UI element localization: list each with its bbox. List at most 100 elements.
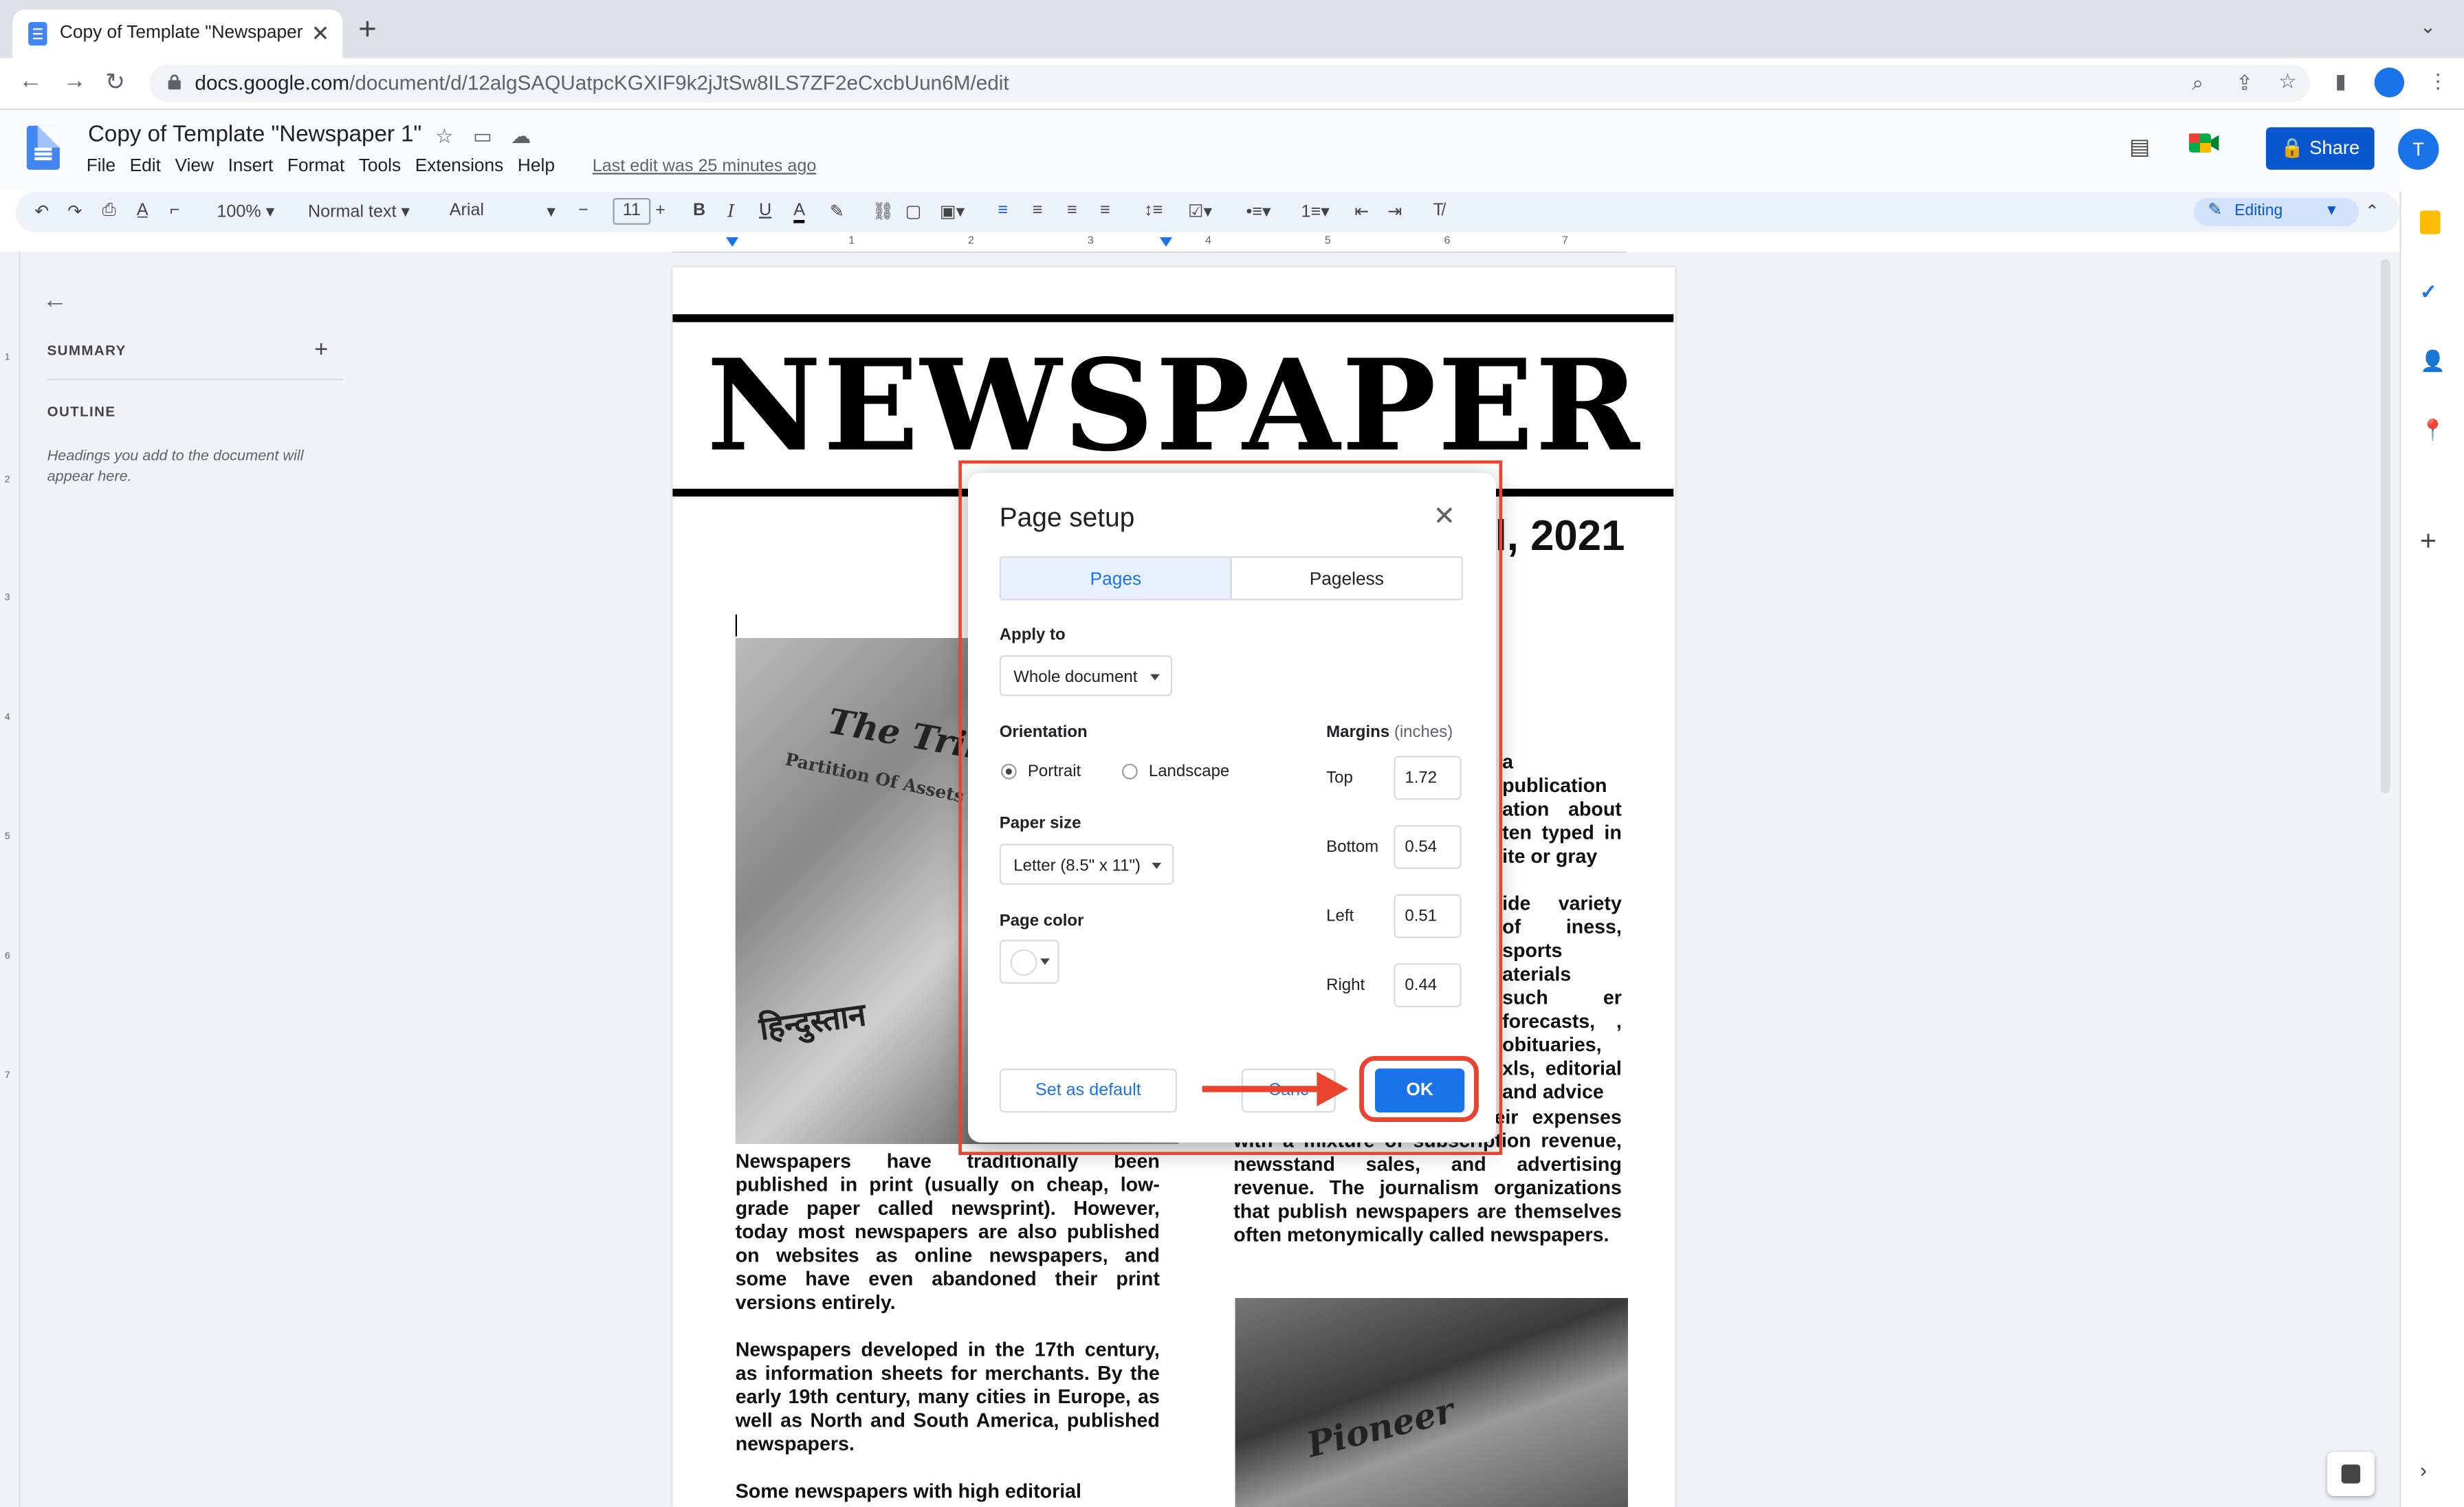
add-summary-icon[interactable]: + [314, 336, 328, 363]
forward-arrow-icon[interactable]: → [63, 67, 86, 94]
vertical-scrollbar[interactable] [2380, 259, 2390, 794]
comment-history-icon[interactable]: ▤ [2129, 133, 2150, 160]
annotation-ok-highlight [1359, 1055, 1479, 1122]
menu-tools[interactable]: Tools [359, 157, 401, 176]
share-button[interactable]: 🔒 Share [2265, 127, 2375, 170]
vruler-mark: 2 [4, 476, 10, 486]
browser-tab[interactable]: Copy of Template "Newspaper ✕ [12, 9, 343, 58]
justify-icon[interactable]: ≡ [1100, 201, 1110, 220]
cloud-status-icon[interactable]: ☁ [511, 124, 531, 150]
redo-icon[interactable]: ↷ [67, 201, 82, 221]
print-icon[interactable]: ⎙ [102, 201, 116, 222]
increase-font-icon[interactable]: + [655, 201, 666, 220]
address-bar[interactable]: docs.google.com/document/d/12algSAQUatpc… [149, 64, 2310, 102]
increase-indent-icon[interactable]: ⇥ [1387, 201, 1402, 221]
document-title[interactable]: Copy of Template "Newspaper 1" [88, 122, 421, 148]
ruler-mark: 1 [848, 235, 855, 247]
link-icon[interactable]: ⛓ [872, 201, 894, 221]
explore-button[interactable] [2327, 1451, 2375, 1496]
font-size-input[interactable]: 11 [613, 197, 651, 225]
contacts-icon[interactable]: 👤 [2420, 349, 2445, 374]
side-apps-panel [2399, 191, 2464, 1507]
decrease-indent-icon[interactable]: ⇤ [1354, 201, 1369, 221]
format-toolbar: ↶ ↷ ⎙ A̲ ⌐ 100% ▾ Normal text ▾ Arial ▾ … [15, 191, 2400, 233]
body-paragraph: ide variety of iness, sports aterials su… [1502, 892, 1622, 1103]
new-tab-icon[interactable]: + [358, 14, 377, 46]
bold-icon[interactable]: B [693, 201, 705, 220]
line-spacing-icon[interactable]: ↕≡ [1144, 201, 1163, 220]
star-icon[interactable]: ☆ [435, 124, 454, 150]
reload-icon[interactable]: ↻ [105, 67, 125, 96]
close-outline-arrow-icon[interactable]: ← [43, 287, 68, 316]
ruler-mark: 4 [1205, 235, 1212, 247]
side-panel-icon[interactable]: ▮ [2335, 69, 2346, 95]
annotation-dialog-highlight [958, 460, 1503, 1155]
undo-icon[interactable]: ↶ [34, 201, 49, 221]
bookmark-star-icon[interactable]: ☆ [2278, 69, 2297, 95]
align-center-icon[interactable]: ≡ [1033, 201, 1043, 220]
style-select[interactable]: Normal text ▾ [308, 201, 410, 221]
highlight-icon[interactable]: ✎ [830, 201, 844, 221]
summary-label: SUMMARY [47, 342, 126, 359]
tasks-icon[interactable]: ✓ [2420, 280, 2437, 305]
spellcheck-icon[interactable]: A̲ [137, 201, 148, 220]
align-right-icon[interactable]: ≡ [1067, 201, 1077, 220]
clear-formatting-icon[interactable]: T̸ [1433, 201, 1444, 220]
right-indent-marker-icon[interactable] [1159, 237, 1173, 247]
meet-icon[interactable] [2188, 131, 2227, 164]
browser-menu-icon[interactable]: ⋮ [2428, 69, 2448, 95]
tab-search-chevron-icon[interactable]: ⌄ [2420, 16, 2436, 38]
lock-icon [168, 74, 181, 90]
numbered-list-icon[interactable]: 1≡▾ [1301, 201, 1330, 221]
outline-panel [20, 251, 362, 1507]
show-side-panel-icon[interactable]: › [2420, 1458, 2427, 1482]
browser-tab-bar: Copy of Template "Newspaper ✕ + ⌄ [0, 0, 2464, 58]
tab-close-icon[interactable]: ✕ [311, 21, 330, 47]
insert-image-icon[interactable]: ▣▾ [940, 201, 965, 221]
ruler-mark: 2 [967, 235, 974, 247]
text-color-icon[interactable]: A [793, 201, 806, 223]
vruler-mark: 7 [4, 1071, 10, 1081]
maps-icon[interactable]: 📍 [2420, 418, 2445, 443]
horizontal-ruler: 1 2 3 4 5 6 7 [672, 234, 1627, 253]
checklist-icon[interactable]: ☑▾ [1188, 201, 1212, 221]
vruler-mark: 1 [4, 353, 10, 363]
profile-avatar-icon[interactable] [2374, 67, 2405, 98]
zoom-icon[interactable]: ⌕ [2192, 71, 2204, 96]
underline-icon[interactable]: U [759, 201, 771, 220]
font-select[interactable]: Arial [450, 201, 484, 220]
user-avatar[interactable]: T [2397, 129, 2439, 170]
vruler-mark: 5 [4, 833, 10, 843]
font-select-chevron-icon[interactable]: ▾ [547, 201, 556, 221]
back-arrow-icon[interactable]: ← [19, 67, 42, 94]
hide-menus-chevron-icon[interactable]: ⌃ [2365, 201, 2379, 221]
bulleted-list-icon[interactable]: •≡▾ [1246, 201, 1271, 221]
keep-icon[interactable] [2419, 210, 2441, 234]
move-folder-icon[interactable]: ▭ [473, 124, 492, 150]
align-left-icon[interactable]: ≡ [998, 201, 1008, 220]
last-edit-link[interactable]: Last edit was 25 minutes ago [593, 157, 817, 176]
outline-label: OUTLINE [47, 404, 116, 420]
menu-extensions[interactable]: Extensions [415, 157, 504, 176]
menu-file[interactable]: File [87, 157, 116, 176]
decrease-font-icon[interactable]: − [578, 201, 588, 220]
summary-divider [47, 378, 343, 381]
menu-view[interactable]: View [175, 157, 214, 176]
outline-hint: Headings you add to the document will ap… [47, 448, 304, 486]
body-paragraph: Some newspapers with high editorial [735, 1480, 1081, 1503]
newspaper-bench-photo-image[interactable]: Pioneer [1235, 1297, 1628, 1507]
add-comment-icon[interactable]: ▢ [905, 201, 922, 221]
photo-hindi-text: हिन्दुस्तान [757, 998, 868, 1048]
menu-edit[interactable]: Edit [130, 157, 161, 176]
get-addons-icon[interactable]: + [2420, 525, 2436, 558]
menu-help[interactable]: Help [518, 157, 555, 176]
paint-format-icon[interactable]: ⌐ [170, 201, 180, 220]
docs-logo-icon[interactable] [26, 125, 60, 170]
left-indent-marker-icon[interactable] [725, 237, 739, 247]
browser-toolbar: ← → ↻ docs.google.com/document/d/12algSA… [0, 58, 2464, 110]
menu-format[interactable]: Format [287, 157, 344, 176]
italic-icon[interactable]: I [727, 201, 734, 222]
zoom-select[interactable]: 100% ▾ [217, 201, 274, 221]
share-page-icon[interactable]: ⇪ [2236, 71, 2254, 96]
menu-insert[interactable]: Insert [228, 157, 274, 176]
